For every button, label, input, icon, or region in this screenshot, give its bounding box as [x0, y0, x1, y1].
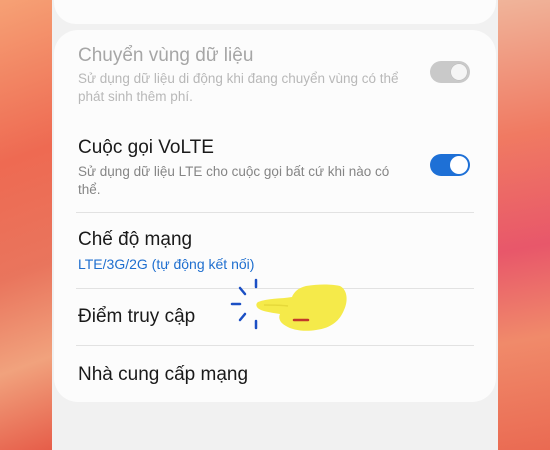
network-mode-value: LTE/3G/2G (tự động kết nối): [78, 256, 255, 272]
setting-title: Cuộc gọi VoLTE: [78, 137, 214, 158]
toggle-knob: [450, 156, 468, 174]
wallpaper-right: [498, 0, 550, 450]
toggle-knob: [450, 63, 468, 81]
setting-title: Điểm truy cập: [78, 306, 196, 327]
data-roaming-toggle[interactable]: [430, 61, 470, 83]
wallpaper-left: [0, 0, 52, 450]
setting-title: Chuyển vùng dữ liệu: [78, 45, 254, 66]
setting-title: Chế độ mạng: [78, 229, 193, 250]
setting-data-roaming[interactable]: Chuyển vùng dữ liệu Sử dụng dữ liệu di đ…: [54, 30, 496, 114]
settings-card: Chuyển vùng dữ liệu Sử dụng dữ liệu di đ…: [54, 30, 496, 402]
settings-screen: Chuyển vùng dữ liệu Sử dụng dữ liệu di đ…: [52, 0, 498, 450]
setting-network-operators[interactable]: Nhà cung cấp mạng: [54, 346, 496, 402]
previous-card: [54, 0, 496, 24]
volte-toggle[interactable]: [430, 154, 470, 176]
setting-volte[interactable]: Cuộc gọi VoLTE Sử dụng dữ liệu LTE cho c…: [54, 118, 496, 210]
setting-description: Sử dụng dữ liệu LTE cho cuộc gọi bất cứ …: [78, 164, 390, 197]
setting-description: Sử dụng dữ liệu di động khi đang chuyển …: [78, 71, 399, 104]
pointing-hand-icon: [230, 278, 347, 331]
setting-title: Nhà cung cấp mạng: [78, 364, 249, 385]
